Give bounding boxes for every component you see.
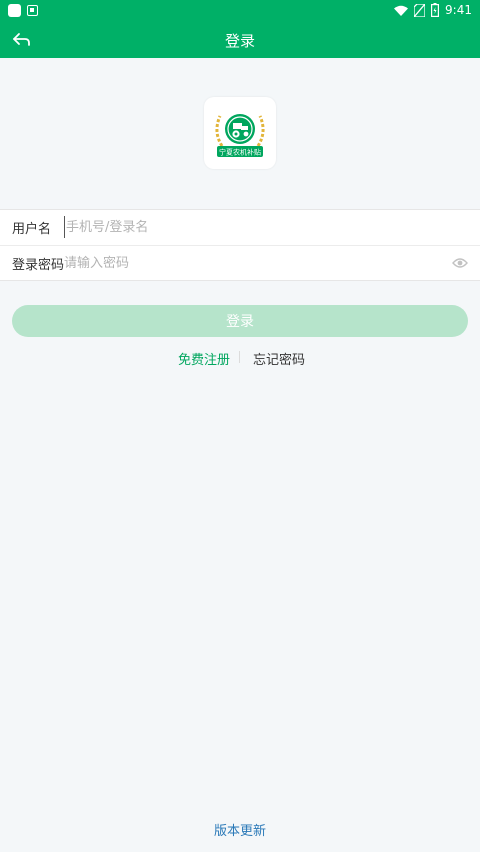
auth-links: 免费注册 忘记密码 [0, 348, 480, 368]
app-bar: 登录 [0, 22, 480, 58]
wifi-icon [394, 5, 409, 16]
notification-icon [8, 4, 21, 17]
username-row: 用户名 [0, 210, 480, 245]
status-bar: 9:41 [0, 0, 480, 22]
app-logo: 宁夏农机补贴 [204, 97, 276, 169]
username-input[interactable] [64, 216, 440, 238]
status-time: 9:41 [445, 3, 472, 17]
password-input[interactable] [64, 252, 440, 274]
username-label: 用户名 [12, 222, 52, 237]
version-update-link[interactable]: 版本更新 [0, 820, 480, 839]
password-row: 登录密码 [0, 245, 480, 280]
tractor-logo-icon: 宁夏农机补贴 [215, 114, 265, 157]
password-label: 登录密码 [12, 257, 65, 273]
app-notification-icon [27, 5, 38, 16]
show-password-eye-icon[interactable] [452, 256, 468, 270]
battery-icon [431, 3, 440, 17]
forgot-password-link[interactable]: 忘记密码 [253, 349, 305, 368]
logo-text: 宁夏农机补贴 [219, 148, 261, 157]
login-button[interactable]: 登录 [12, 305, 468, 337]
register-link[interactable]: 免费注册 [178, 349, 230, 368]
no-sim-icon [414, 3, 426, 17]
login-form: 用户名 登录密码 [0, 209, 480, 281]
link-divider [239, 351, 240, 363]
page-title: 登录 [224, 32, 255, 50]
